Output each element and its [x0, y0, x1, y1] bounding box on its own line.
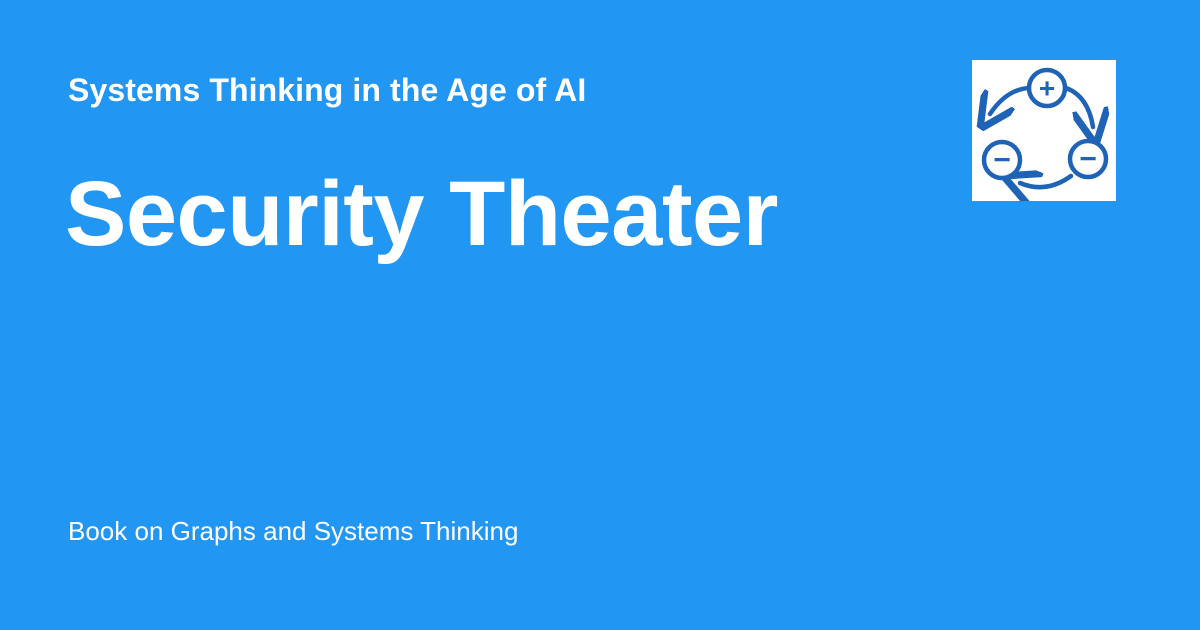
negative-node-left-label: − [993, 144, 1011, 177]
positive-node-icon: + [1026, 67, 1068, 109]
feedback-loop-icon: + − − [972, 67, 1116, 201]
negative-node-right-label: − [1079, 143, 1097, 176]
series-title: Systems Thinking in the Age of AI [68, 72, 587, 108]
logo: + − − [972, 60, 1116, 201]
negative-node-left-icon: − [981, 139, 1023, 181]
book-label: Book on Graphs and Systems Thinking [68, 516, 519, 546]
bottom-feedback-arrow-icon [1020, 176, 1074, 187]
page-title: Security Theater [65, 163, 778, 265]
right-feedback-arrow-icon [1063, 85, 1093, 127]
negative-node-right-icon: − [1067, 138, 1109, 180]
positive-node-label: + [1039, 73, 1055, 104]
social-card: Systems Thinking in the Age of AI Securi… [0, 0, 1200, 630]
left-feedback-arrow-icon [990, 85, 1031, 114]
